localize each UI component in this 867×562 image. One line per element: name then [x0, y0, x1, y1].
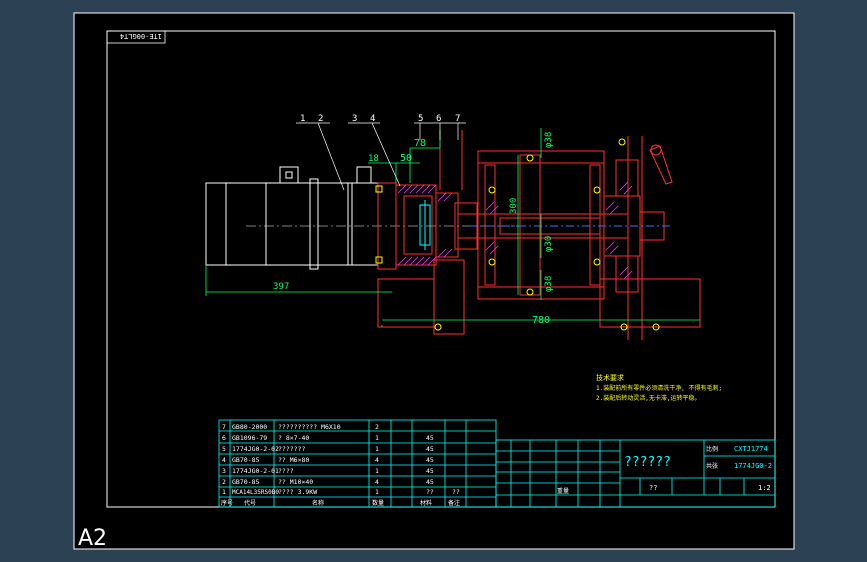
- bom-cell-qty: 4: [375, 478, 379, 486]
- notes-line-1: 1.装配前所有零件必须清洗干净, 不得有毛刺;: [596, 384, 722, 392]
- drawing-title: ??????: [624, 455, 671, 470]
- drawing-number: CXTJ1774: [734, 445, 768, 453]
- bom-cell-no: 5: [222, 445, 226, 453]
- dim-18: 18: [368, 154, 379, 164]
- dim-50: 50: [400, 153, 412, 164]
- callout-5: 5: [418, 114, 423, 124]
- bom-cell-qty: 1: [375, 445, 379, 453]
- callout-7: 7: [455, 114, 460, 124]
- cad-drawing: 1TE-00GLT4 A2 397 780 18 50 78 300 φ38 φ…: [73, 12, 795, 551]
- bom-cell-code: 1774JG0-2-01: [232, 467, 279, 475]
- bom-header-material: 材料: [420, 499, 432, 507]
- dim-397: 397: [273, 282, 289, 292]
- bom-cell-material: 45: [426, 456, 434, 464]
- bom-cell-name: ???? 3.9KW: [278, 488, 317, 496]
- part-number: 1774JG0-2: [734, 462, 772, 470]
- sheet-label: 共张: [706, 462, 718, 470]
- scale-label: 比例: [706, 445, 718, 453]
- bom-cell-name: ? 8×7-40: [278, 434, 309, 442]
- bom-cell-material: 45: [426, 478, 434, 486]
- stamp-text: 1TE-00GLT4: [120, 32, 162, 40]
- bom-cell-code: GB80-2000: [232, 423, 267, 431]
- bom-cell-no: 6: [222, 434, 226, 442]
- qty-mark: ??: [649, 484, 657, 492]
- bom-header-name: 名称: [312, 499, 324, 507]
- bom-cell-no: 4: [222, 456, 226, 464]
- dim-phi30: φ30: [544, 236, 554, 252]
- bom-cell-weight: ??: [452, 488, 460, 496]
- bom-cell-code: GB1096-79: [232, 434, 267, 442]
- bom-cell-material: 45: [426, 434, 434, 442]
- bom-cell-name: ?? M10×40: [278, 478, 313, 486]
- callout-2: 2: [318, 114, 323, 124]
- dim-phi38-bottom: φ38: [544, 276, 554, 292]
- bom-header-qty: 数量: [372, 499, 384, 507]
- notes-line-2: 2.装配后转动灵活,无卡滞,运转平稳。: [596, 394, 700, 402]
- bom-cell-name: ????: [278, 467, 294, 475]
- dim-780: 780: [532, 315, 550, 326]
- bom-cell-name: ???????: [278, 445, 305, 453]
- bom-cell-no: 1: [222, 488, 226, 496]
- bom-header-code: 代号: [244, 499, 256, 507]
- notes-title: 技术要求: [596, 373, 624, 382]
- callout-3: 3: [352, 114, 357, 124]
- bom-cell-qty: 2: [375, 423, 379, 431]
- bom-cell-code: GB70-85: [232, 456, 259, 464]
- dim-300: 300: [509, 198, 519, 214]
- bom-cell-qty: 4: [375, 456, 379, 464]
- callout-1: 1: [300, 114, 305, 124]
- bom-cell-code: GB70-85: [232, 478, 259, 486]
- bom-cell-qty: 1: [375, 467, 379, 475]
- bom-cell-material: 45: [426, 445, 434, 453]
- bom-cell-name: ?? M6×80: [278, 456, 309, 464]
- bom-cell-qty: 1: [375, 434, 379, 442]
- bom-cell-qty: 1: [375, 488, 379, 496]
- bom-header-no: 序号: [221, 499, 233, 507]
- bom-cell-code: 1774JG0-2-02: [232, 445, 279, 453]
- sheet-size-label: A2: [78, 526, 107, 551]
- bom-cell-code: MCA14L35RS0B0: [232, 489, 279, 496]
- bom-cell-no: 2: [222, 478, 226, 486]
- bom-cell-material: ??: [426, 488, 434, 496]
- bom-cell-name: ?????????? M6X10: [278, 423, 341, 431]
- scale-value: 1:2: [758, 484, 771, 492]
- bom-cell-no: 7: [222, 423, 226, 431]
- bom-cell-material: 45: [426, 467, 434, 475]
- bom-header-weight: 备注: [448, 499, 460, 507]
- bom-cell-no: 3: [222, 467, 226, 475]
- dim-phi38-top: φ38: [544, 132, 554, 148]
- callout-6: 6: [436, 114, 441, 124]
- callout-4: 4: [370, 114, 375, 124]
- mass-label: 重量: [557, 487, 569, 495]
